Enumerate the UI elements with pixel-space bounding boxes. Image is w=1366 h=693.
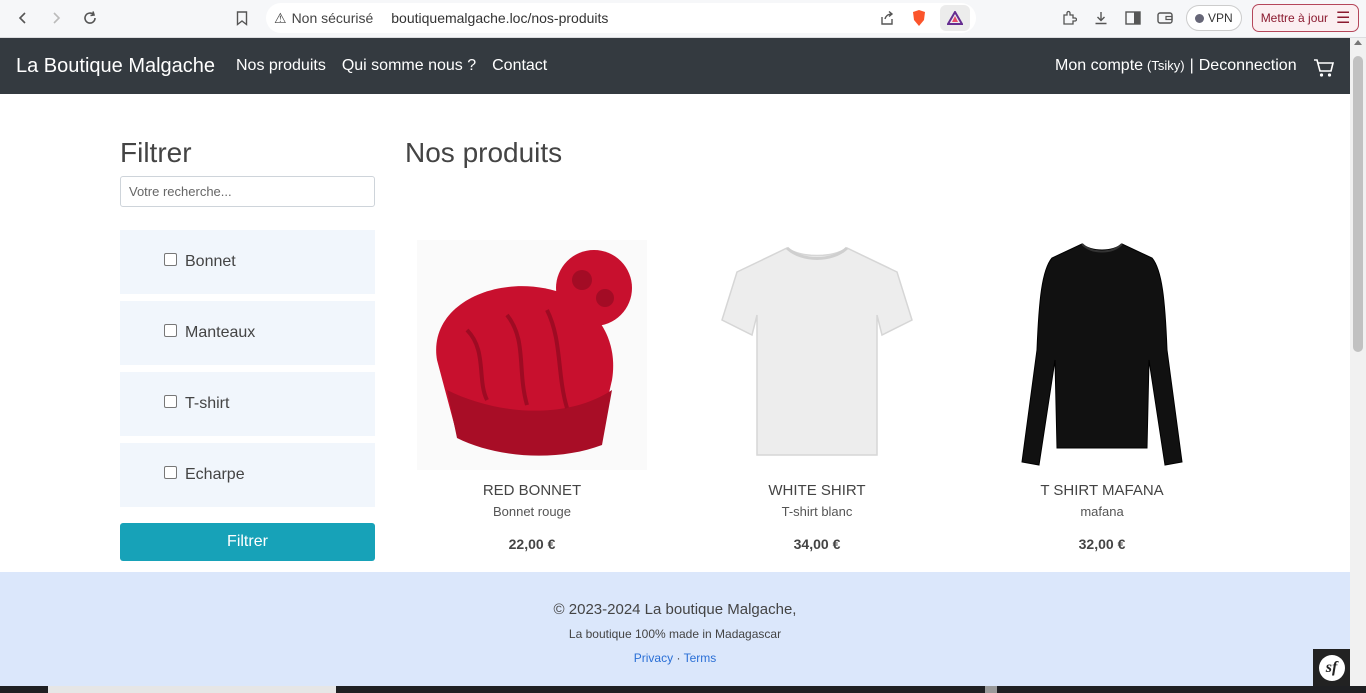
account-username[interactable]: (Tsiky): [1147, 58, 1185, 73]
footer-links: Privacy · Terms: [0, 651, 1350, 665]
product-price: 32,00 €: [1078, 536, 1126, 552]
warning-icon: ⚠: [274, 9, 287, 26]
address-bar[interactable]: ⚠ Non sécurisé boutiquemalgache.loc/nos-…: [266, 3, 976, 33]
logout-link[interactable]: Deconnection: [1199, 57, 1297, 75]
footer-tagline: La boutique 100% made in Madagascar: [568, 627, 782, 641]
terms-link[interactable]: Terms: [684, 651, 717, 665]
security-status: Non sécurisé: [291, 10, 374, 26]
site-brand[interactable]: La Boutique Malgache: [16, 55, 215, 78]
white-shirt-image[interactable]: [702, 240, 932, 470]
browser-toolbar: ⚠ Non sécurisé boutiquemalgache.loc/nos-…: [0, 0, 1366, 38]
category-item-bonnet[interactable]: Bonnet: [120, 230, 375, 294]
category-label: T-shirt: [185, 395, 230, 412]
forward-arrow-icon[interactable]: [43, 5, 69, 31]
update-label: Mettre à jour: [1260, 11, 1329, 25]
product-subtitle: Bonnet rouge: [492, 504, 572, 519]
nav-link-produits[interactable]: Nos produits: [236, 57, 326, 75]
page-title: Nos produits: [405, 137, 563, 168]
hamburger-menu-icon: ☰: [1336, 10, 1351, 27]
site-footer: © 2023-2024 La boutique Malgache, La bou…: [0, 572, 1350, 686]
symfony-toolbar-icon[interactable]: sf: [1313, 649, 1350, 687]
brave-shield-icon[interactable]: [908, 7, 930, 29]
category-label: Bonnet: [185, 253, 236, 270]
reload-icon[interactable]: [77, 5, 103, 31]
account-separator: |: [1189, 57, 1194, 74]
product-name[interactable]: RED BONNET: [417, 482, 647, 499]
download-icon[interactable]: [1090, 7, 1112, 29]
bookmark-icon[interactable]: [229, 5, 255, 31]
vpn-button[interactable]: VPN: [1186, 5, 1242, 31]
account-link[interactable]: Mon compte: [1055, 57, 1143, 75]
category-label: Echarpe: [185, 466, 245, 483]
taskbar-item[interactable]: [48, 686, 336, 693]
back-arrow-icon[interactable]: [10, 5, 36, 31]
privacy-link[interactable]: Privacy: [634, 651, 673, 665]
wallet-icon[interactable]: [1154, 7, 1176, 29]
search-input[interactable]: [120, 176, 375, 207]
product-price: 22,00 €: [508, 536, 556, 552]
category-label: Manteaux: [185, 324, 256, 341]
product-name[interactable]: T SHIRT MAFANA: [987, 482, 1217, 499]
scroll-up-arrow-icon[interactable]: [1354, 40, 1362, 45]
category-item-manteaux[interactable]: Manteaux: [120, 301, 375, 365]
product-subtitle: mafana: [1080, 504, 1124, 519]
sidebar-toggle-icon[interactable]: [1122, 7, 1144, 29]
page-scrollbar[interactable]: [1350, 38, 1366, 686]
footer-link-separator: ·: [676, 651, 681, 665]
category-checkbox[interactable]: [164, 252, 177, 266]
product-subtitle: T-shirt blanc: [781, 504, 853, 519]
product-card[interactable]: RED BONNET Bonnet rouge 22,00 €: [417, 240, 647, 552]
footer-copyright: © 2023-2024 La boutique Malgache,: [553, 601, 797, 618]
vpn-status-icon: [1195, 13, 1204, 23]
update-button[interactable]: Mettre à jour ☰: [1251, 4, 1360, 32]
rewards-icon[interactable]: [940, 5, 970, 31]
product-card[interactable]: WHITE SHIRT T-shirt blanc 34,00 €: [702, 240, 932, 552]
filter-title: Filtrer: [120, 137, 192, 168]
vpn-label: VPN: [1208, 11, 1233, 25]
category-item-tshirt[interactable]: T-shirt: [120, 372, 375, 436]
product-price: 34,00 €: [793, 536, 841, 552]
black-longsleeve-image[interactable]: [987, 240, 1217, 470]
product-name[interactable]: WHITE SHIRT: [702, 482, 932, 499]
category-checkbox[interactable]: [164, 394, 177, 408]
share-icon[interactable]: [876, 7, 898, 29]
red-bonnet-image[interactable]: [417, 240, 647, 470]
nav-link-qui-somme-nous[interactable]: Qui somme nous ?: [342, 57, 476, 75]
os-taskbar: [0, 686, 1366, 693]
extensions-icon[interactable]: [1058, 7, 1080, 29]
filter-submit-button[interactable]: Filtrer: [120, 523, 375, 561]
taskbar-item[interactable]: [985, 686, 997, 693]
account-area: Mon compte (Tsiky) | Deconnection: [1055, 57, 1297, 75]
category-checkbox[interactable]: [164, 323, 177, 337]
product-card[interactable]: T SHIRT MAFANA mafana 32,00 €: [987, 240, 1217, 552]
url-text[interactable]: boutiquemalgache.loc/nos-produits: [391, 10, 608, 26]
scroll-thumb[interactable]: [1353, 56, 1363, 352]
category-checkbox[interactable]: [164, 465, 177, 479]
nav-link-contact[interactable]: Contact: [492, 57, 547, 75]
main-nav: Nos produits Qui somme nous ? Contact: [236, 57, 547, 75]
category-item-echarpe[interactable]: Echarpe: [120, 443, 375, 507]
site-navbar: La Boutique Malgache Nos produits Qui so…: [0, 38, 1350, 94]
cart-icon[interactable]: [1313, 58, 1335, 78]
